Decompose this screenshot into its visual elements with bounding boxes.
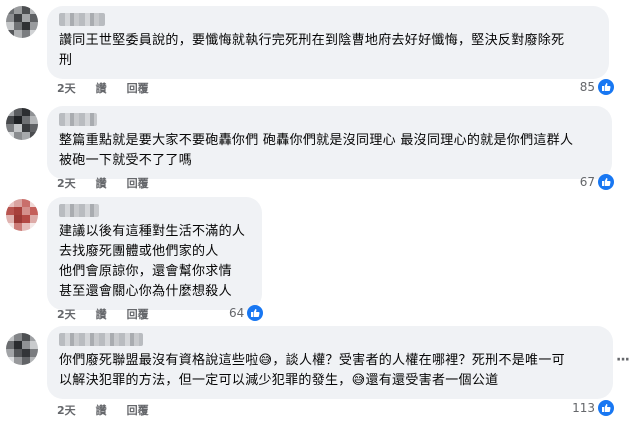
reply-button[interactable]: 回覆 (127, 175, 149, 191)
comment-bubble: 整篇重點就是要大家不要砲轟你們 砲轟你們就是沒同理心 最沒同理心的就是你們這群人… (47, 106, 612, 179)
author-name[interactable] (59, 204, 99, 217)
reply-button[interactable]: 回覆 (127, 306, 149, 322)
reaction-count[interactable]: 67 (580, 174, 614, 190)
reply-button[interactable]: 回覆 (127, 402, 149, 418)
author-name[interactable] (59, 333, 143, 346)
comment-time[interactable]: 2天 (57, 80, 76, 96)
comment-time[interactable]: 2天 (57, 402, 76, 418)
like-button[interactable]: 讚 (96, 80, 107, 96)
comment-time[interactable]: 2天 (57, 306, 76, 322)
thumbs-up-icon (598, 400, 614, 416)
reply-button[interactable]: 回覆 (127, 80, 149, 96)
author-name[interactable] (59, 13, 105, 26)
comment-text: 建議以後有這種對生活不滿的人 去找廢死團體或他們家的人 他們會原諒你，還會幫你求… (59, 224, 246, 299)
comment-text: 整篇重點就是要大家不要砲轟你們 砲轟你們就是沒同理心 最沒同理心的就是你們這群人… (59, 133, 574, 168)
like-button[interactable]: 讚 (96, 402, 107, 418)
reaction-count[interactable]: 64 (229, 305, 264, 321)
comment-time[interactable]: 2天 (57, 175, 76, 191)
comment-bubble: 建議以後有這種對生活不滿的人 去找廢死團體或他們家的人 他們會原諒你，還會幫你求… (47, 197, 262, 310)
more-options-icon[interactable]: ··· (616, 352, 630, 368)
like-button[interactable]: 讚 (96, 306, 107, 322)
reaction-count[interactable]: 113 (572, 400, 614, 416)
author-name[interactable] (59, 113, 97, 126)
comment-bubble: 你們廢死聯盟最沒有資格說這些啦😅，談人權？受害者的人權在哪裡？死刑不是唯一可 以… (47, 326, 613, 399)
comment-bubble: 讚同王世堅委員說的，要懺悔就執行完死刑在到陰曹地府去好好懺悔，堅決反對廢除死 刑 (47, 6, 609, 79)
comment-text: 你們廢死聯盟最沒有資格說這些啦😅，談人權？受害者的人權在哪裡？死刑不是唯一可 以… (59, 353, 565, 388)
comment-actions: 2天 讚 回覆 (57, 175, 149, 191)
avatar[interactable] (6, 333, 38, 365)
thumbs-up-icon (598, 174, 614, 190)
comment-actions: 2天 讚 回覆 (57, 402, 149, 418)
comment-actions: 2天 讚 回覆 (57, 80, 149, 96)
avatar[interactable] (6, 108, 38, 140)
comment-text: 讚同王世堅委員說的，要懺悔就執行完死刑在到陰曹地府去好好懺悔，堅決反對廢除死 刑 (59, 33, 565, 68)
thumbs-up-icon (598, 79, 614, 95)
thumbs-up-icon (247, 305, 264, 321)
avatar[interactable] (6, 6, 38, 38)
reaction-count[interactable]: 85 (580, 79, 614, 95)
avatar[interactable] (6, 199, 38, 231)
comment-actions: 2天 讚 回覆 (57, 306, 149, 322)
like-button[interactable]: 讚 (96, 175, 107, 191)
